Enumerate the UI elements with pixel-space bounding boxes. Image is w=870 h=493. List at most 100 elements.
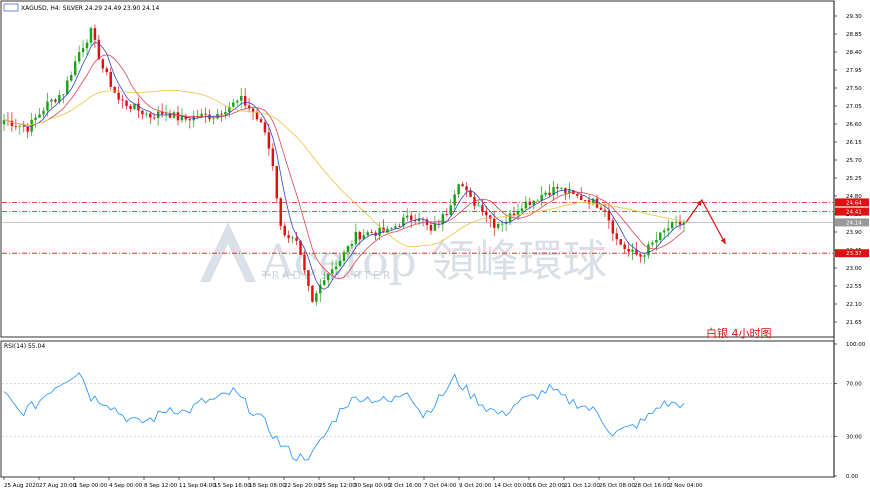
candle-body (326, 273, 330, 281)
time-tick-label: 7 Oct 04:00 (424, 483, 457, 489)
candle-body (307, 270, 310, 286)
candle-body (623, 244, 626, 250)
candle-body (275, 166, 279, 199)
candle-body (544, 192, 547, 195)
candle-body (465, 186, 468, 191)
time-tick-label: 15 Sep 16:00 (214, 483, 251, 489)
candle-body (153, 117, 156, 119)
candle-body (485, 211, 488, 216)
candle-body (295, 237, 298, 241)
candle-body (338, 260, 342, 267)
chart-svg: XAGUSD, H4: SILVER 24.29 24.49 23.90 24.… (0, 0, 869, 489)
rsi-tick-label: 100.00 (846, 342, 866, 348)
candle-body (520, 208, 524, 211)
candle-body (619, 239, 622, 245)
candle-body (66, 80, 69, 95)
price-tick-label: 25.25 (846, 176, 862, 182)
candle-body (350, 244, 354, 246)
time-tick-label: 25 Sep 12:00 (319, 483, 356, 489)
candle-body (651, 242, 654, 245)
candle-body (46, 101, 49, 111)
candle-body (603, 209, 607, 211)
price-marker-label: 24.64 (846, 200, 862, 206)
candle-body (232, 102, 235, 107)
candle-body (204, 113, 207, 115)
candle-body (611, 220, 615, 234)
time-tick-label: 8 Sep 12:00 (144, 483, 178, 489)
candle-body (595, 198, 599, 208)
time-tick-label: 25 Aug 2020 (4, 483, 40, 489)
rsi-tick-label: 70.00 (846, 382, 862, 388)
candle-body (239, 95, 243, 101)
candle-body (579, 195, 583, 201)
rsi-header: RSI(14) 55.04 (4, 343, 45, 350)
candle-body (323, 280, 326, 285)
candle-body (532, 200, 535, 205)
candle-body (394, 226, 397, 229)
price-tick-label: 28.40 (846, 50, 862, 56)
candle-body (18, 125, 22, 127)
candle-body (164, 113, 168, 115)
candle-body (73, 61, 77, 76)
candle-body (141, 110, 144, 115)
candle-body (587, 200, 591, 204)
candle-body (409, 215, 413, 221)
candle-body (34, 117, 37, 120)
candle-body (647, 244, 650, 256)
candle-body (97, 39, 101, 60)
time-tick-label: 30 Sep 00:00 (354, 483, 391, 489)
time-tick-label: 14 Oct 00:00 (494, 483, 530, 489)
rsi-panel (0, 340, 835, 478)
candle-body (643, 255, 646, 257)
candle-body (500, 223, 504, 225)
candle-body (670, 222, 674, 229)
time-tick-label: 2 Nov 04:00 (669, 483, 703, 489)
candle-body (109, 71, 112, 87)
annotation-text: 白银 4小时图 (706, 326, 772, 340)
candle-body (89, 28, 93, 43)
candle-body (121, 99, 124, 101)
candle-body (93, 28, 97, 40)
time-tick-label: 16 Oct 20:00 (529, 483, 565, 489)
candle-body (607, 210, 611, 221)
price-tick-label: 25.70 (846, 158, 862, 164)
price-tick-label: 27.05 (846, 104, 862, 110)
candle-body (287, 235, 290, 239)
candle-body (85, 42, 89, 49)
candle-body (77, 52, 81, 62)
candle-body (330, 269, 334, 274)
candle-body (62, 94, 65, 96)
candle-body (149, 113, 152, 118)
candle-body (477, 205, 480, 207)
candle-body (236, 100, 239, 103)
candle-body (536, 200, 539, 202)
candle-body (548, 192, 551, 195)
symbol-header: XAGUSD, H4: SILVER 24.29 24.49 23.90 24.… (21, 5, 159, 12)
candle-body (283, 225, 286, 236)
candle-body (508, 213, 512, 222)
candle-body (180, 116, 184, 121)
candle-body (101, 59, 105, 69)
candle-body (251, 108, 255, 113)
candle-body (346, 245, 350, 253)
candle-body (129, 105, 132, 109)
candle-body (512, 213, 516, 216)
candle-body (125, 100, 128, 106)
price-tick-label: 29.30 (846, 14, 862, 20)
candle-body (315, 293, 318, 302)
candle-body (678, 221, 682, 225)
candle-body (461, 184, 464, 187)
candle-body (267, 132, 271, 149)
time-tick-label: 27 Aug 20:00 (39, 483, 77, 489)
price-tick-label: 23.90 (846, 230, 862, 236)
candle-body (279, 198, 282, 226)
time-tick-label: 4 Sep 00:00 (109, 483, 143, 489)
price-tick-label: 26.60 (846, 122, 862, 128)
candle-body (655, 240, 658, 243)
price-tick-label: 27.95 (846, 68, 862, 74)
candle-body (457, 184, 460, 195)
candle-body (334, 266, 338, 270)
price-tick-label: 26.15 (846, 140, 862, 146)
candle-body (528, 201, 532, 205)
candle-body (42, 110, 45, 115)
